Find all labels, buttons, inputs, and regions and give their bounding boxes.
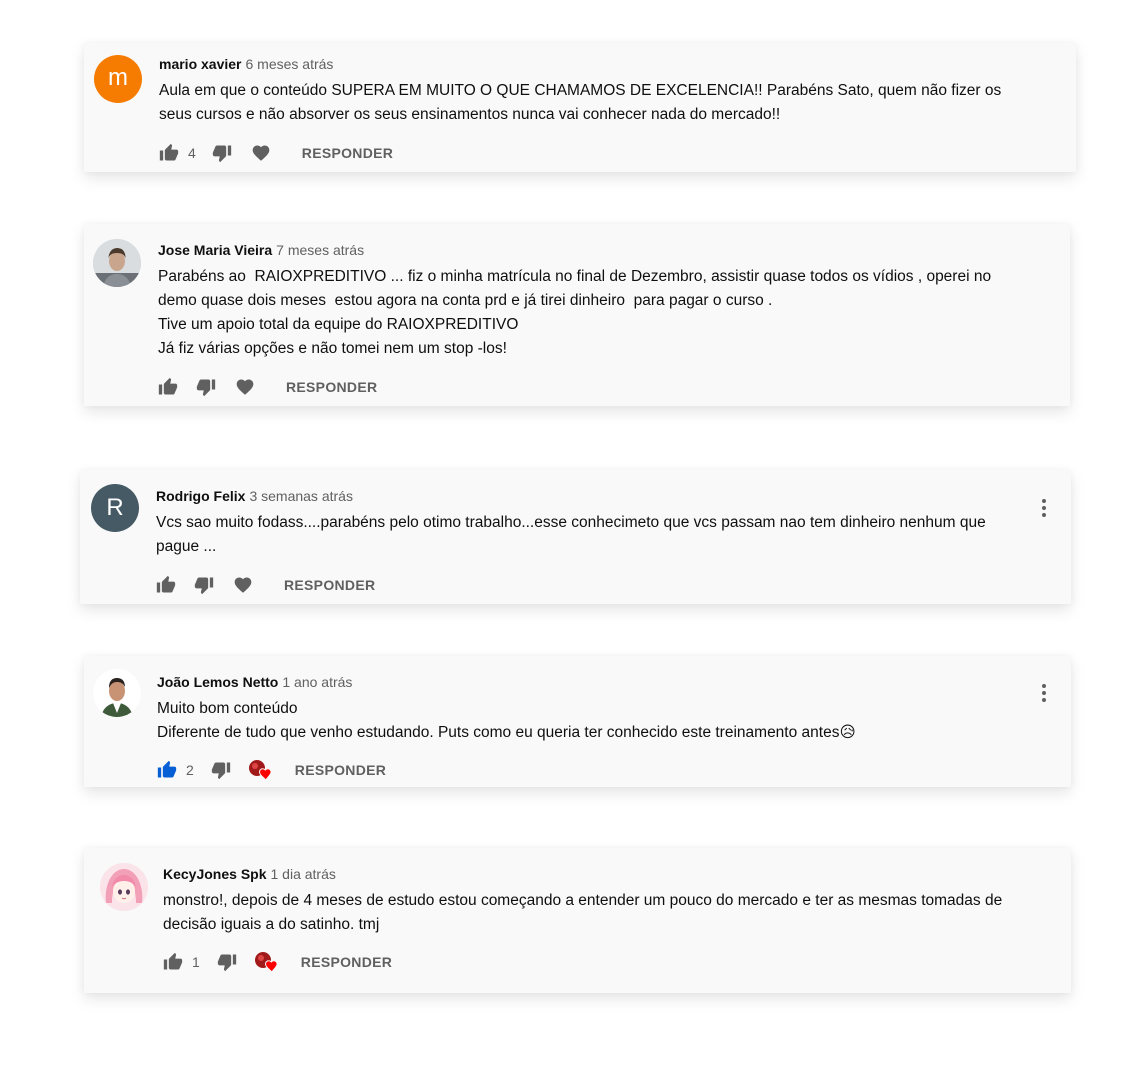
creator-heart-icon: [254, 952, 278, 973]
comment-actions: 2 RESPONDER: [157, 758, 1021, 782]
comment-time[interactable]: 1 ano atrás: [282, 674, 352, 690]
comment-card: m mario xavier 6 meses atrás Aula em que …: [84, 43, 1076, 172]
comment-card: Jose Maria Vieira 7 meses atrás Parabéns …: [84, 224, 1070, 406]
creator-heart-button[interactable]: [254, 950, 280, 974]
avatar-letter: m: [108, 64, 128, 91]
more-options-button[interactable]: [1037, 681, 1051, 705]
dislike-button[interactable]: [212, 141, 232, 165]
person-photo-icon: [93, 669, 141, 717]
comment-time[interactable]: 6 meses atrás: [246, 56, 334, 72]
reply-button[interactable]: RESPONDER: [301, 954, 392, 970]
thumb-down-icon: [196, 379, 216, 397]
like-count: 4: [188, 145, 196, 161]
dot: [1042, 691, 1046, 695]
anime-avatar-icon: [100, 863, 148, 911]
comment-header: KecyJones Spk 1 dia atrás: [163, 865, 1021, 883]
comment-header: mario xavier 6 meses atrás: [159, 55, 1026, 73]
dislike-button[interactable]: [211, 758, 231, 782]
avatar-letter: R: [106, 494, 124, 521]
comment-header: Jose Maria Vieira 7 meses atrás: [158, 241, 1020, 259]
comment-card: KecyJones Spk 1 dia atrás monstro!, depoi…: [84, 848, 1071, 993]
comment-header: João Lemos Netto 1 ano atrás: [157, 673, 1021, 691]
avatar[interactable]: m: [94, 55, 142, 103]
avatar[interactable]: [100, 863, 148, 911]
thumb-down-icon: [217, 954, 236, 972]
comment-text: Vcs sao muito fodass....parabéns pelo ot…: [156, 514, 986, 555]
thumb-up-icon: [163, 952, 183, 970]
comment-actions: RESPONDER: [156, 573, 1021, 597]
thumb-down-icon: [212, 145, 231, 163]
thumb-up-icon: [158, 377, 178, 395]
thumb-up-icon: [159, 143, 179, 161]
thumb-down-icon: [211, 762, 230, 780]
like-count: 1: [192, 954, 200, 970]
creator-heart-icon: [248, 760, 272, 781]
dislike-button[interactable]: [194, 573, 214, 597]
like-button[interactable]: 4: [159, 141, 196, 165]
author-name[interactable]: KecyJones Spk: [163, 866, 267, 882]
comment-header: Rodrigo Felix 3 semanas atrás: [156, 487, 1021, 505]
like-button[interactable]: [158, 375, 178, 399]
thumb-up-icon: [156, 575, 176, 593]
avatar[interactable]: R: [91, 484, 139, 532]
creator-heart-button[interactable]: [248, 758, 274, 782]
comment-card: R Rodrigo Felix 3 semanas atrás Vcs sao m…: [80, 470, 1071, 604]
heart-button[interactable]: [251, 141, 271, 165]
heart-button[interactable]: [233, 573, 253, 597]
heart-icon: [236, 379, 254, 395]
author-name[interactable]: mario xavier: [159, 56, 242, 72]
like-button[interactable]: 2: [157, 758, 194, 782]
thumb-down-icon: [194, 577, 214, 595]
comment-actions: RESPONDER: [158, 375, 1020, 399]
comment-actions: 1 RESPONDER: [163, 950, 1021, 974]
comment-card: João Lemos Netto 1 ano atrás Muito bom co…: [84, 656, 1071, 787]
comment-text: Muito bom conteúdo Diferente de tudo que…: [157, 700, 856, 741]
comment-time[interactable]: 7 meses atrás: [276, 242, 364, 258]
comment-time[interactable]: 1 dia atrás: [271, 866, 336, 882]
avatar[interactable]: [93, 669, 141, 717]
heart-icon: [252, 145, 270, 161]
dot: [1042, 684, 1046, 688]
more-options-button[interactable]: [1037, 496, 1051, 520]
author-name[interactable]: Rodrigo Felix: [156, 488, 245, 504]
dot: [1042, 513, 1046, 517]
avatar[interactable]: [93, 239, 141, 287]
thumb-up-icon: [157, 760, 177, 778]
like-count: 2: [186, 762, 194, 778]
reply-button[interactable]: RESPONDER: [295, 762, 386, 778]
dot: [1042, 698, 1046, 702]
comment-text: monstro!, depois de 4 meses de estudo es…: [163, 892, 1003, 933]
comment-text: Aula em que o conteúdo SUPERA EM MUITO O…: [159, 82, 1002, 123]
author-name[interactable]: Jose Maria Vieira: [158, 242, 272, 258]
like-button[interactable]: [156, 573, 176, 597]
heart-button[interactable]: [235, 375, 255, 399]
reply-button[interactable]: RESPONDER: [284, 577, 375, 593]
comment-time[interactable]: 3 semanas atrás: [249, 488, 353, 504]
comment-actions: 4 RESPONDER: [159, 141, 1026, 165]
like-button[interactable]: 1: [163, 950, 200, 974]
reply-button[interactable]: RESPONDER: [302, 145, 393, 161]
person-photo-icon: [93, 239, 141, 287]
dislike-button[interactable]: [217, 950, 237, 974]
author-name[interactable]: João Lemos Netto: [157, 674, 278, 690]
dislike-button[interactable]: [196, 375, 216, 399]
comment-text: Parabéns ao RAIOXPREDITIVO ... fiz o min…: [158, 268, 992, 357]
dot: [1042, 506, 1046, 510]
heart-icon: [234, 577, 252, 593]
dot: [1042, 499, 1046, 503]
reply-button[interactable]: RESPONDER: [286, 379, 377, 395]
